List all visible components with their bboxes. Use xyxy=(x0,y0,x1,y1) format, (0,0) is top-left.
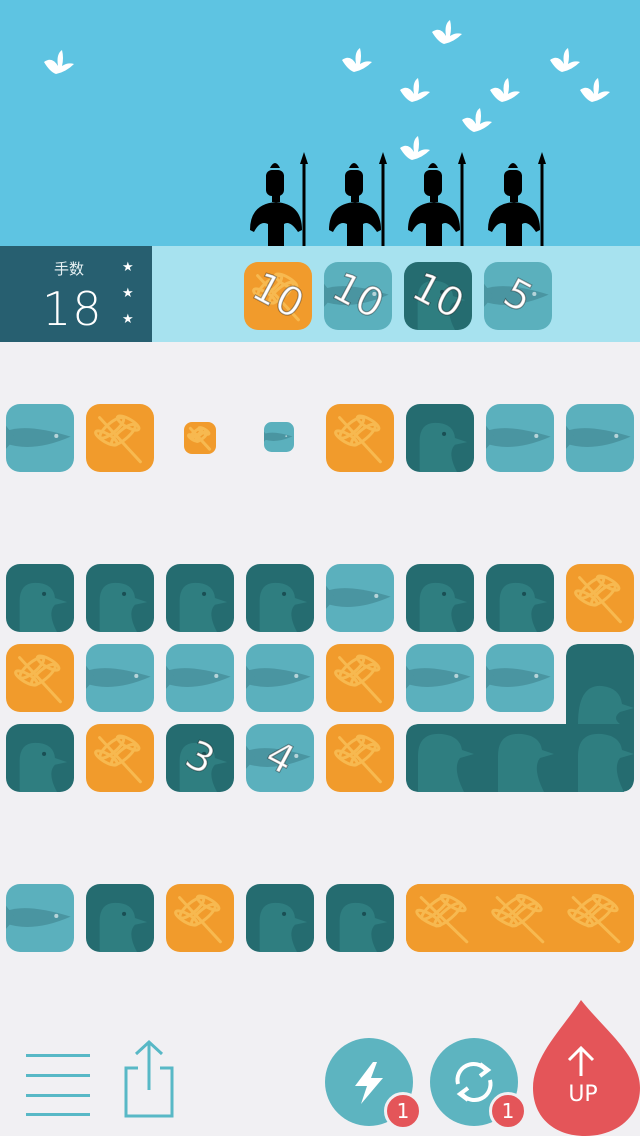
lightning-badge: 1 xyxy=(384,1092,422,1130)
board-tile-dragonfly[interactable] xyxy=(86,724,154,792)
bird-icon xyxy=(490,78,520,102)
star-icon: ★ xyxy=(122,312,134,327)
board-tile-bird[interactable]: 3 xyxy=(166,724,234,792)
tile-number: 10 xyxy=(244,263,312,329)
board-tile-dragonfly[interactable] xyxy=(566,564,634,632)
board-tile-bird[interactable] xyxy=(6,564,74,632)
moves-count: 18 xyxy=(42,282,103,336)
share-icon[interactable] xyxy=(120,1038,178,1120)
board-tile-fish[interactable] xyxy=(6,404,74,472)
tile-number: 3 xyxy=(177,731,223,785)
board-tile-bird[interactable] xyxy=(486,564,554,632)
target-tile-dragonfly[interactable]: 10 xyxy=(244,262,312,330)
bird-icon xyxy=(432,20,462,44)
board-tile-dragonfly[interactable] xyxy=(184,422,216,454)
up-button[interactable] xyxy=(533,1000,640,1136)
board-tile-fish[interactable] xyxy=(166,644,234,712)
moves-panel: 手数 18 ★ ★ ★ xyxy=(0,246,152,342)
board-tile-dragonfly[interactable] xyxy=(326,724,394,792)
board-tile-fish[interactable] xyxy=(326,564,394,632)
soldier-icon xyxy=(250,152,308,246)
tile-number: 10 xyxy=(324,263,392,329)
target-tile-fish[interactable]: 5 xyxy=(484,262,552,330)
board-tile-dragonfly[interactable] xyxy=(166,884,234,952)
tile-number: 5 xyxy=(495,269,541,323)
bird-icon xyxy=(580,78,610,102)
board-tile-fish[interactable]: 4 xyxy=(246,724,314,792)
board-tile-dragonfly[interactable] xyxy=(326,644,394,712)
board-tile-bird[interactable] xyxy=(406,564,474,632)
board-tile-fish[interactable] xyxy=(246,644,314,712)
target-tile-bird[interactable]: 10 xyxy=(404,262,472,330)
soldier-icon xyxy=(408,152,466,246)
merged-bird-block[interactable] xyxy=(406,644,634,792)
shuffle-badge: 1 xyxy=(489,1092,527,1130)
bird-icon xyxy=(550,48,580,72)
bird-icon xyxy=(342,48,372,72)
board-tile-dragonfly[interactable] xyxy=(6,644,74,712)
board-tile-bird[interactable] xyxy=(246,884,314,952)
board-tile-fish[interactable] xyxy=(486,404,554,472)
up-label: UP xyxy=(568,1082,598,1107)
game-screen: 手数 18 ★ ★ ★ 10 10 10 5 3 4 1 1 UP xyxy=(0,0,640,1136)
drop-icon xyxy=(533,1000,640,1136)
tile-number: 4 xyxy=(257,731,303,785)
soldier-icon xyxy=(329,152,387,246)
bird-icon xyxy=(400,78,430,102)
board-tile-bird[interactable] xyxy=(86,884,154,952)
board-tile-fish[interactable] xyxy=(264,422,294,452)
merged-dragonfly-bar[interactable] xyxy=(406,884,634,952)
star-icon: ★ xyxy=(122,260,134,275)
board-tile-fish[interactable] xyxy=(86,644,154,712)
board-tile-dragonfly[interactable] xyxy=(86,404,154,472)
menu-icon[interactable] xyxy=(26,1054,90,1116)
bird-icon xyxy=(44,50,74,74)
soldier-icon xyxy=(488,152,546,246)
board-tile-dragonfly[interactable] xyxy=(326,404,394,472)
board-tile-bird[interactable] xyxy=(6,724,74,792)
board-tile-bird[interactable] xyxy=(326,884,394,952)
board-tile-bird[interactable] xyxy=(86,564,154,632)
tile-number: 10 xyxy=(404,263,472,329)
star-icon: ★ xyxy=(122,286,134,301)
board-tile-fish[interactable] xyxy=(566,404,634,472)
board-tile-fish[interactable] xyxy=(6,884,74,952)
board-tile-bird[interactable] xyxy=(166,564,234,632)
board-tile-bird[interactable] xyxy=(246,564,314,632)
target-tile-fish[interactable]: 10 xyxy=(324,262,392,330)
moves-label: 手数 xyxy=(54,260,85,278)
bird-icon xyxy=(462,108,492,132)
enemy-ground xyxy=(152,246,640,342)
board-tile-bird[interactable] xyxy=(406,404,474,472)
